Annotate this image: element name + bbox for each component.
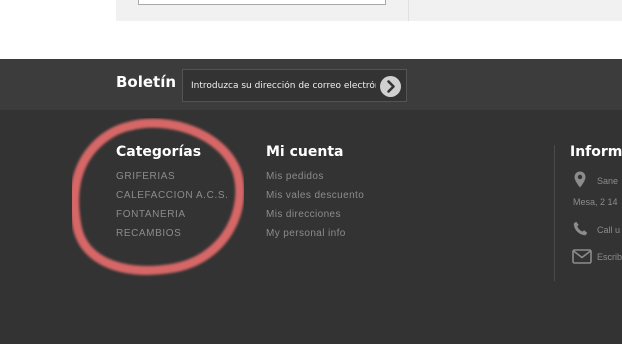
content-input-field[interactable]	[138, 0, 386, 5]
newsletter-form	[182, 69, 407, 102]
category-link-griferias[interactable]: GRIFERIAS	[116, 171, 175, 182]
account-link-personal-info[interactable]: My personal info	[266, 228, 346, 239]
account-link-addresses[interactable]: Mis direcciones	[266, 209, 341, 220]
category-link-calefaccion[interactable]: CALEFACCION A.C.S.	[116, 190, 229, 201]
info-phone: Call u	[597, 225, 621, 235]
info-divider	[554, 145, 555, 281]
category-link-recambios[interactable]: RECAMBIOS	[116, 228, 181, 239]
chevron-right-icon	[387, 80, 395, 93]
account-link-orders[interactable]: Mis pedidos	[266, 171, 324, 182]
category-link-fontaneria[interactable]: FONTANERIA	[116, 209, 186, 220]
info-title: Informa	[570, 144, 622, 160]
newsletter-submit-button[interactable]	[380, 76, 401, 97]
newsletter-title: Boletín	[116, 73, 177, 91]
content-divider	[408, 0, 409, 21]
info-email-link[interactable]: Escrib	[597, 252, 622, 262]
info-address-line1: Sane	[597, 176, 619, 186]
info-address-line2: Mesa, 2 14	[573, 197, 618, 207]
phone-icon	[573, 221, 588, 236]
envelope-icon	[572, 249, 592, 264]
newsletter-email-input[interactable]	[191, 79, 376, 93]
categories-title: Categorías	[116, 144, 202, 160]
map-pin-icon	[574, 171, 586, 188]
account-link-vouchers[interactable]: Mis vales descuento	[266, 190, 364, 201]
account-title: Mi cuenta	[266, 144, 344, 160]
